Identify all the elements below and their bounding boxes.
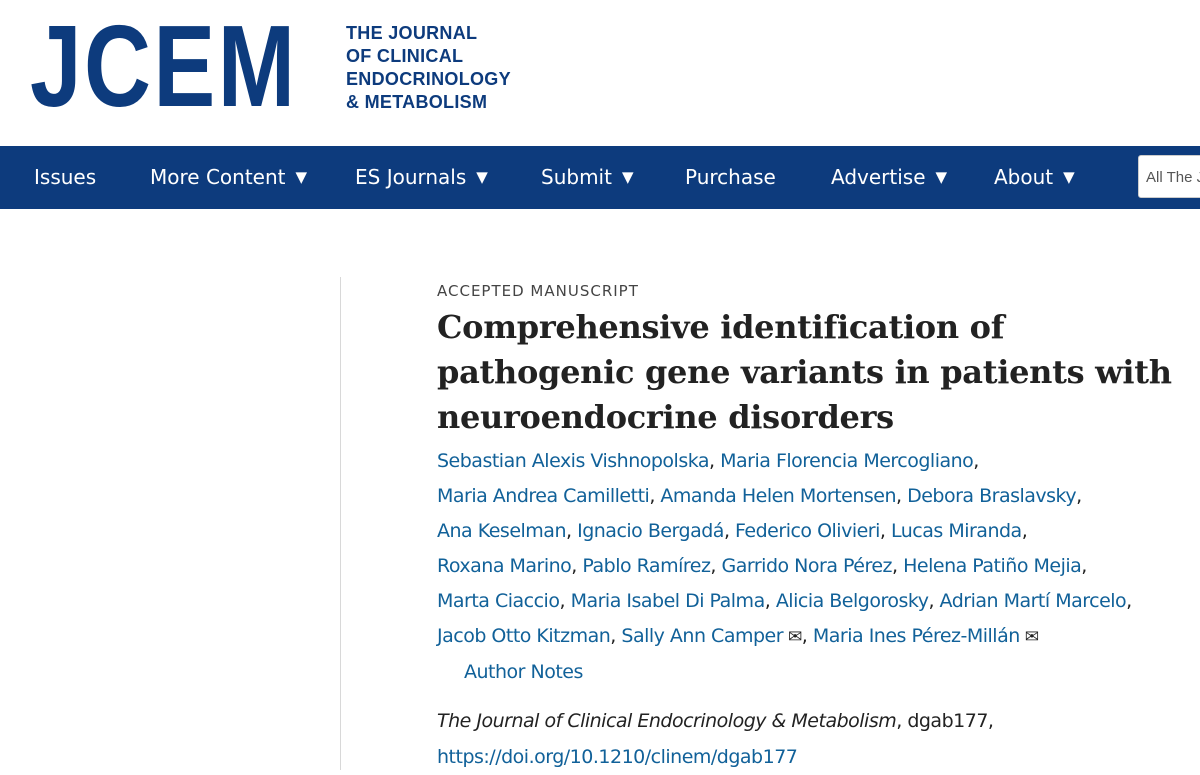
article-type-label: ACCEPTED MANUSCRIPT xyxy=(437,282,639,300)
caret-down-icon: ▼ xyxy=(935,168,948,186)
author-line: Author Notes xyxy=(437,655,1197,690)
author-line: Roxana Marino, Pablo Ramírez, Garrido No… xyxy=(437,549,1197,584)
author-line: Sebastian Alexis Vishnopolska, Maria Flo… xyxy=(437,444,1197,479)
citation-line: The Journal of Clinical Endocrinology & … xyxy=(437,703,1197,739)
author-link[interactable]: Ana Keselman xyxy=(437,520,567,542)
doi-link[interactable]: https://doi.org/10.1210/clinem/dgab177 xyxy=(437,746,798,768)
author-separator: , xyxy=(723,520,730,542)
sidebar-divider xyxy=(340,277,341,770)
author-separator: , xyxy=(710,555,716,577)
author-link[interactable]: Amanda Helen Mortensen xyxy=(660,485,896,507)
author-link[interactable]: Helena Patiño Mejia xyxy=(903,555,1082,577)
nav-issues[interactable]: Issues xyxy=(34,146,96,209)
caret-down-icon: ▼ xyxy=(295,168,308,186)
email-icon[interactable]: ✉ xyxy=(788,627,802,647)
article-title: Comprehensive identification of pathogen… xyxy=(437,308,1172,436)
citation: The Journal of Clinical Endocrinology & … xyxy=(437,703,1197,775)
nav-about[interactable]: About ▼ xyxy=(994,146,1075,209)
author-separator: , xyxy=(892,555,898,577)
author-separator: , xyxy=(973,450,979,472)
nav-more-content[interactable]: More Content ▼ xyxy=(150,146,307,209)
author-separator: , xyxy=(1021,520,1028,542)
author-notes-link[interactable]: Author Notes xyxy=(464,661,583,683)
logo-text-line: THE JOURNAL xyxy=(346,23,478,43)
author-separator: , xyxy=(709,450,715,472)
nav-es-journals-label: ES Journals xyxy=(355,165,467,189)
nav-submit-label: Submit xyxy=(541,165,612,189)
journal-logo-text[interactable]: THE JOURNAL OF CLINICAL ENDOCRINOLOGY & … xyxy=(346,22,511,114)
nav-submit[interactable]: Submit ▼ xyxy=(541,146,634,209)
author-link[interactable]: Pablo Ramírez xyxy=(582,555,711,577)
author-separator: , xyxy=(566,520,572,542)
nav-es-journals[interactable]: ES Journals ▼ xyxy=(355,146,488,209)
site-header: JCEM THE JOURNAL OF CLINICAL ENDOCRINOLO… xyxy=(0,0,1200,146)
author-separator: , xyxy=(928,590,934,612)
logo-text-line: ENDOCRINOLOGY xyxy=(346,69,511,89)
author-line: Marta Ciaccio, Maria Isabel Di Palma, Al… xyxy=(437,584,1197,619)
nav-advertise[interactable]: Advertise ▼ xyxy=(831,146,947,209)
author-link[interactable]: Sally Ann Camper xyxy=(621,625,783,647)
author-link[interactable]: Debora Braslavsky xyxy=(907,485,1077,507)
nav-about-label: About xyxy=(994,165,1054,189)
logo-text-line: OF CLINICAL xyxy=(346,46,464,66)
author-link[interactable]: Adrian Martí Marcelo xyxy=(940,590,1127,612)
article-id: , dgab177, xyxy=(896,710,994,732)
journal-name: The Journal of Clinical Endocrinology & … xyxy=(437,710,897,732)
author-line: Jacob Otto Kitzman, Sally Ann Camper ✉, M… xyxy=(437,619,1197,655)
nav-issues-label: Issues xyxy=(34,165,97,189)
author-separator: , xyxy=(1081,555,1087,577)
author-link[interactable]: Maria Isabel Di Palma xyxy=(571,590,766,612)
nav-more-content-label: More Content xyxy=(150,165,286,189)
caret-down-icon: ▼ xyxy=(476,168,488,186)
author-link[interactable]: Ignacio Bergadá xyxy=(577,520,724,542)
author-link[interactable]: Roxana Marino xyxy=(437,555,572,577)
author-link[interactable]: Jacob Otto Kitzman xyxy=(437,625,611,647)
author-separator: , xyxy=(571,555,577,577)
nav-purchase-label: Purchase xyxy=(685,165,776,189)
author-link[interactable]: Maria Andrea Camilletti xyxy=(437,485,650,507)
author-separator: , xyxy=(764,590,771,612)
author-link[interactable]: Maria Ines Pérez-Millán xyxy=(813,625,1020,647)
author-link[interactable]: Lucas Miranda xyxy=(891,520,1022,542)
author-link[interactable]: Marta Ciaccio xyxy=(437,590,560,612)
logo-text-line: & METABOLISM xyxy=(346,92,488,112)
author-link[interactable]: Federico Olivieri xyxy=(735,520,880,542)
caret-down-icon: ▼ xyxy=(621,168,634,186)
author-separator: , xyxy=(649,485,655,507)
nav-advertise-label: Advertise xyxy=(831,165,926,189)
nav-purchase[interactable]: Purchase xyxy=(685,146,776,209)
author-link[interactable]: Alicia Belgorosky xyxy=(776,590,929,612)
caret-down-icon: ▼ xyxy=(1063,168,1075,186)
email-icon[interactable]: ✉ xyxy=(1025,627,1039,647)
author-separator: , xyxy=(1076,485,1082,507)
author-link[interactable]: Sebastian Alexis Vishnopolska xyxy=(437,450,710,472)
search-scope-select[interactable]: All The Jo xyxy=(1138,155,1200,198)
author-list: Sebastian Alexis Vishnopolska, Maria Flo… xyxy=(437,444,1197,690)
author-separator: , xyxy=(879,520,886,542)
author-link[interactable]: Garrido Nora Pérez xyxy=(722,555,893,577)
jcem-logo[interactable]: JCEM xyxy=(30,8,297,124)
author-line: Ana Keselman, Ignacio Bergadá, Federico … xyxy=(437,514,1197,549)
author-separator: , xyxy=(559,590,566,612)
author-separator: , xyxy=(610,625,616,647)
author-separator: , xyxy=(896,485,902,507)
author-separator: , xyxy=(1126,590,1132,612)
author-line: Maria Andrea Camilletti, Amanda Helen Mo… xyxy=(437,479,1197,514)
main-navigation: Issues More Content ▼ ES Journals ▼ Submit… xyxy=(0,146,1200,209)
author-separator: , xyxy=(801,625,808,647)
author-link[interactable]: Maria Florencia Mercogliano xyxy=(720,450,974,472)
